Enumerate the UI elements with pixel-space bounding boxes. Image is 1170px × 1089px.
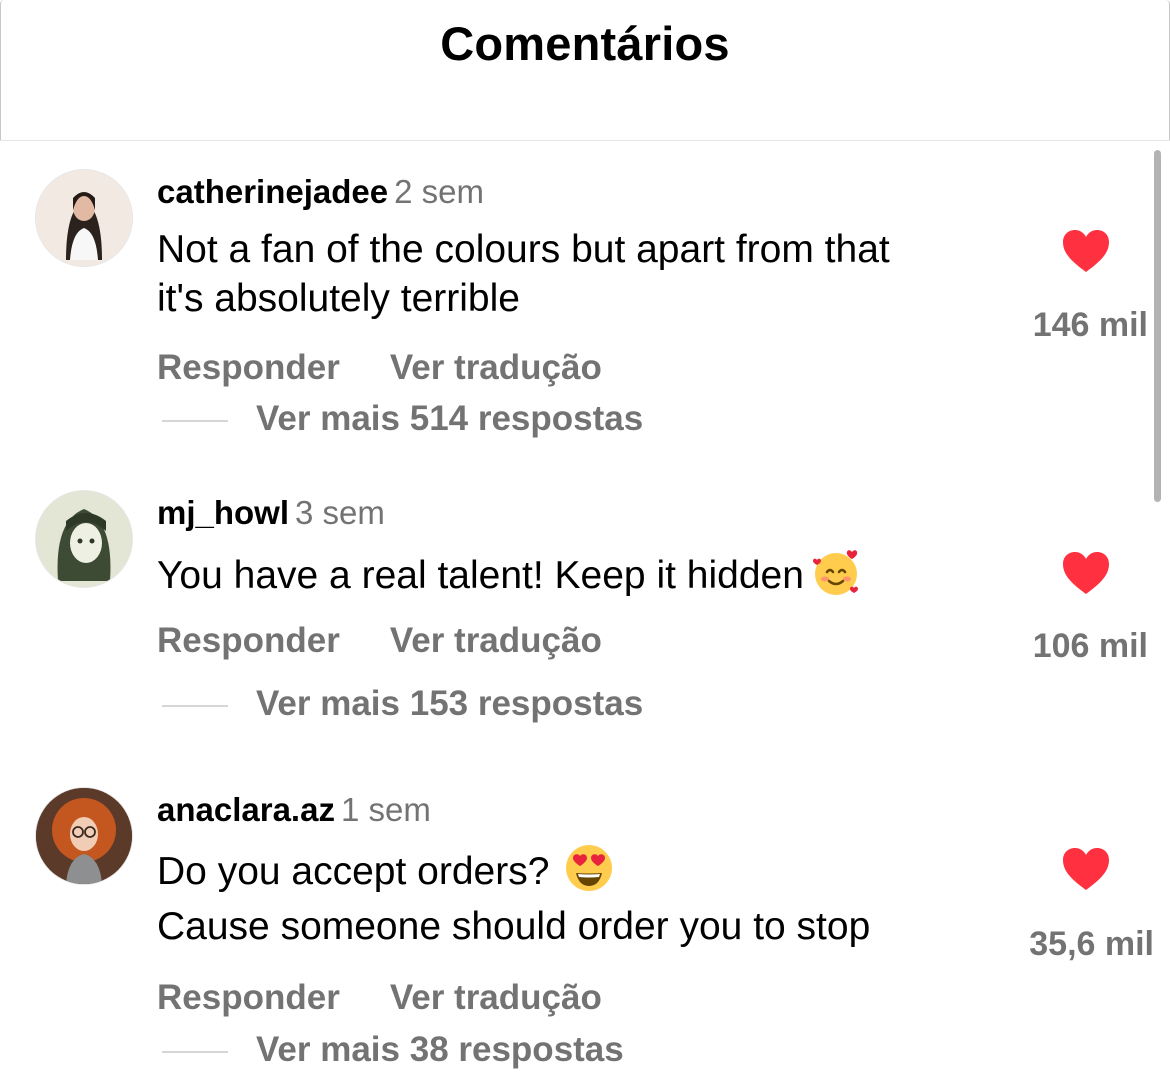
- comments-header: Comentários: [0, 0, 1170, 141]
- comments-sheet: Comentários catherinejadee 2 sem Not a fa…: [0, 0, 1170, 1089]
- comment-meta: anaclara.az 1 sem: [157, 791, 431, 829]
- like-heart-icon[interactable]: [1061, 846, 1111, 892]
- like-heart-icon[interactable]: [1061, 550, 1111, 596]
- view-replies-button[interactable]: Ver mais 514 respostas: [162, 399, 643, 439]
- smiling-face-with-hearts-icon: [810, 546, 862, 598]
- username[interactable]: catherinejadee: [157, 173, 388, 210]
- username[interactable]: mj_howl: [157, 494, 289, 531]
- like-count: 106 mil: [1032, 627, 1148, 665]
- comment-actions: Responder Ver tradução: [157, 621, 602, 661]
- comment-line: Not a fan of the colours but apart from …: [157, 228, 890, 271]
- comment-line: Cause someone should order you to stop: [157, 905, 871, 948]
- comment-meta: mj_howl 3 sem: [157, 494, 385, 532]
- comment-line: it's absolutely terrible: [157, 277, 520, 320]
- translate-button[interactable]: Ver tradução: [390, 348, 602, 387]
- view-replies-label: Ver mais 38 respostas: [256, 1030, 624, 1069]
- comment-text: Do you accept orders? Cause someone shou…: [157, 842, 1007, 951]
- replies-divider: [162, 419, 228, 422]
- view-replies-label: Ver mais 153 respostas: [256, 684, 644, 723]
- reply-button[interactable]: Responder: [157, 621, 340, 660]
- reply-button[interactable]: Responder: [157, 348, 340, 387]
- heart-eyes-icon: [563, 842, 615, 894]
- translate-button[interactable]: Ver tradução: [390, 621, 602, 660]
- page-title: Comentários: [440, 17, 730, 70]
- comment-line-text: Do you accept orders?: [157, 850, 550, 893]
- username[interactable]: anaclara.az: [157, 791, 335, 828]
- comment-meta: catherinejadee 2 sem: [157, 173, 484, 211]
- scrollbar[interactable]: [1154, 150, 1161, 502]
- comment-actions: Responder Ver tradução: [157, 348, 602, 388]
- avatar[interactable]: [36, 491, 132, 587]
- comment-text: You have a real talent! Keep it hidden: [157, 546, 1007, 600]
- avatar[interactable]: [36, 788, 132, 884]
- like-heart-icon[interactable]: [1061, 228, 1111, 274]
- comment-time: 1 sem: [340, 791, 431, 828]
- comment-time: 2 sem: [394, 173, 484, 210]
- avatar[interactable]: [36, 170, 132, 266]
- comment-time: 3 sem: [295, 494, 385, 531]
- like-count: 146 mil: [1032, 306, 1148, 344]
- replies-divider: [162, 704, 228, 707]
- comment-actions: Responder Ver tradução: [157, 978, 602, 1018]
- view-replies-button[interactable]: Ver mais 153 respostas: [162, 684, 643, 724]
- comment-line: You have a real talent! Keep it hidden: [157, 546, 1007, 600]
- view-replies-label: Ver mais 514 respostas: [256, 399, 644, 438]
- view-replies-button[interactable]: Ver mais 38 respostas: [162, 1030, 624, 1070]
- replies-divider: [162, 1050, 228, 1053]
- reply-button[interactable]: Responder: [157, 978, 340, 1017]
- translate-button[interactable]: Ver tradução: [390, 978, 602, 1017]
- comment-line-text: You have a real talent! Keep it hidden: [157, 554, 804, 597]
- comment-line: Do you accept orders?: [157, 842, 1007, 902]
- comment-text: Not a fan of the colours but apart from …: [157, 225, 1007, 323]
- like-count: 35,6 mil: [1029, 925, 1154, 963]
